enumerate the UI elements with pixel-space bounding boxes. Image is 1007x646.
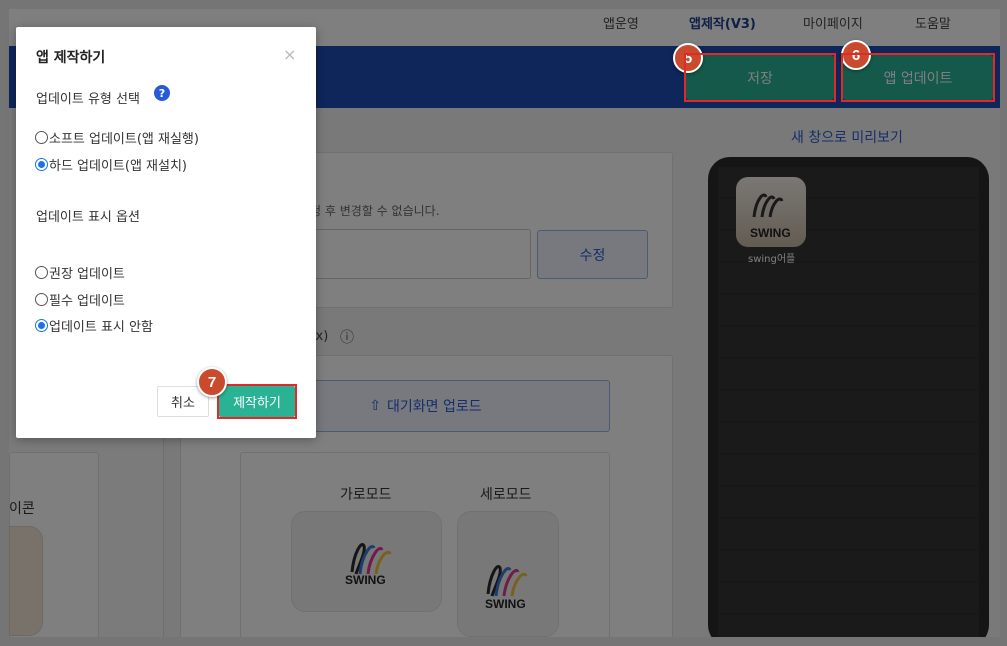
radio-label: 하드 업데이트(앱 재설치): [49, 159, 188, 174]
radio-label: 필수 업데이트: [49, 294, 125, 309]
radio-button[interactable]: [35, 319, 48, 332]
radio-soft-update[interactable]: 소프트 업데이트(앱 재실행): [35, 128, 199, 147]
radio-button[interactable]: [35, 266, 48, 279]
radio-label: 소프트 업데이트(앱 재실행): [49, 132, 199, 147]
update-type-label: 업데이트 유형 선택: [36, 92, 140, 107]
radio-required-update[interactable]: 필수 업데이트: [35, 290, 125, 309]
radio-button[interactable]: [35, 293, 48, 306]
radio-button[interactable]: [35, 158, 48, 171]
radio-no-display[interactable]: 업데이트 표시 안함: [35, 316, 153, 335]
close-icon[interactable]: ×: [283, 45, 296, 64]
radio-label: 권장 업데이트: [49, 267, 125, 282]
step-badge-7: 7: [197, 367, 227, 397]
create-app-modal: 앱 제작하기 × 업데이트 유형 선택 ? 소프트 업데이트(앱 재실행) 하드…: [16, 27, 316, 438]
update-highlight-outline: [841, 53, 995, 102]
radio-label: 업데이트 표시 안함: [49, 320, 153, 335]
radio-button[interactable]: [35, 131, 48, 144]
modal-title: 앱 제작하기: [36, 50, 106, 66]
radio-recommended-update[interactable]: 권장 업데이트: [35, 263, 125, 282]
create-highlight: [217, 384, 297, 419]
display-option-label: 업데이트 표시 옵션: [36, 210, 140, 225]
save-highlight-outline: [684, 53, 836, 102]
radio-hard-update[interactable]: 하드 업데이트(앱 재설치): [35, 155, 187, 174]
help-icon[interactable]: ?: [154, 85, 170, 101]
